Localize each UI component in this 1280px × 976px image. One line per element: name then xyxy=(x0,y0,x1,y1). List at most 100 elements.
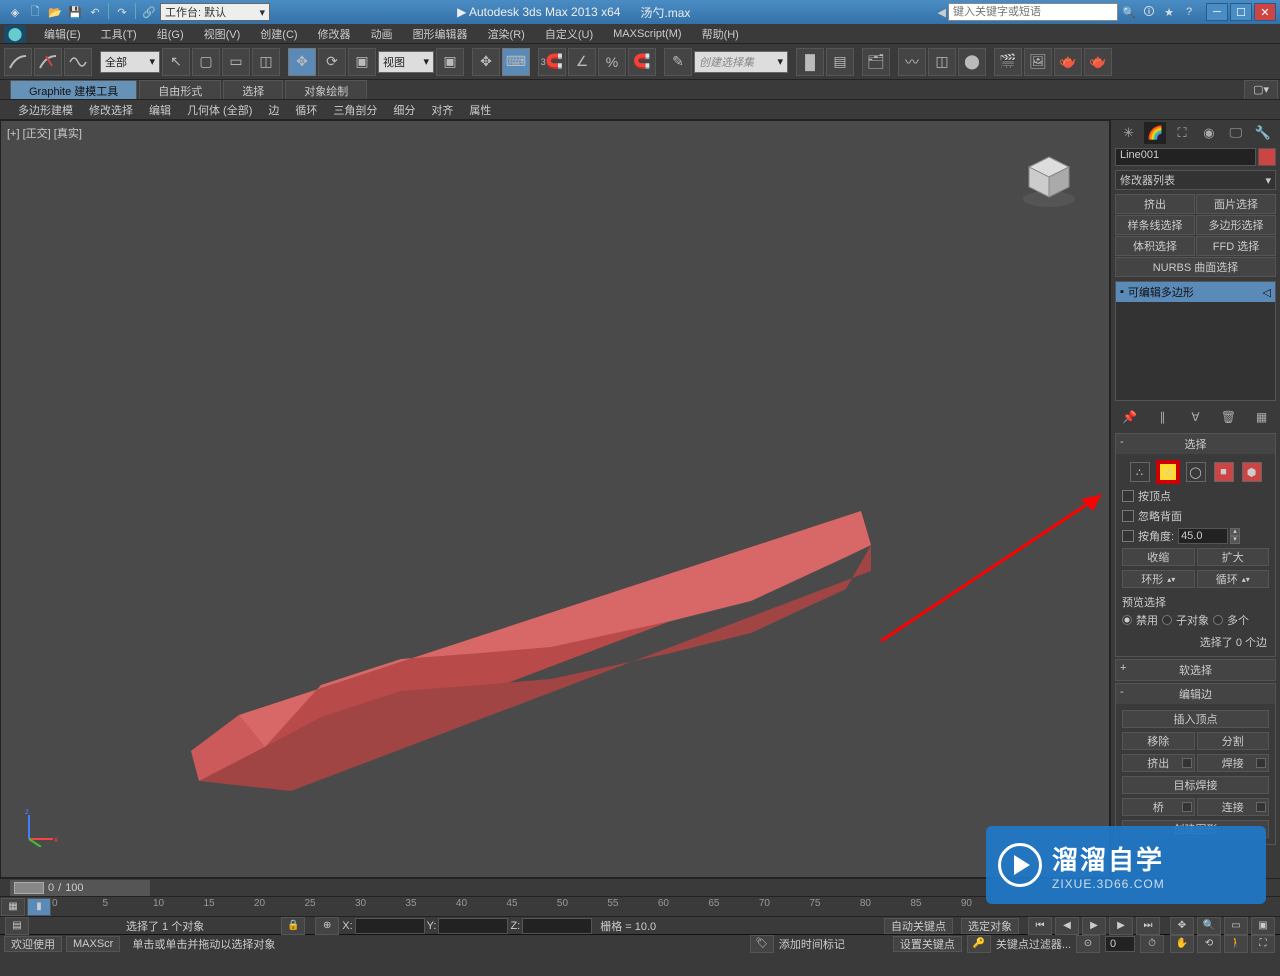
select-link-icon[interactable] xyxy=(4,48,32,76)
rollout-selection-header[interactable]: -选择 xyxy=(1116,434,1275,454)
render-frame-icon[interactable]: 🖼 xyxy=(1024,48,1052,76)
subobj-border-icon[interactable]: ◯ xyxy=(1186,462,1206,482)
app-logo-icon[interactable]: ⬤ xyxy=(4,25,26,43)
remove-button[interactable]: 移除 xyxy=(1122,732,1195,750)
weld-settings-icon[interactable] xyxy=(1256,758,1266,768)
quickmod-polysel[interactable]: 多边形选择 xyxy=(1196,215,1276,235)
quickmod-splinesel[interactable]: 样条线选择 xyxy=(1115,215,1195,235)
quickmod-ffdsel[interactable]: FFD 选择 xyxy=(1196,236,1276,256)
quickmod-extrude[interactable]: 挤出 xyxy=(1115,194,1195,214)
nav-max-icon[interactable]: ⛶ xyxy=(1251,935,1275,953)
rsub-loops[interactable]: 循环 xyxy=(287,100,325,120)
ribbon-tab-graphite[interactable]: Graphite 建模工具 xyxy=(10,80,137,99)
viewport-fov-icon[interactable]: ▭ xyxy=(1224,917,1248,935)
maxscript-mini-icon[interactable]: ▤ xyxy=(5,917,29,935)
x-coord-field[interactable] xyxy=(355,918,425,934)
quickmod-nurbssel[interactable]: NURBS 曲面选择 xyxy=(1115,257,1276,277)
stack-item-editpoly[interactable]: ▪ 可编辑多边形 ◁ xyxy=(1116,282,1275,302)
trackbar-key-icon[interactable]: ▮ xyxy=(27,898,51,916)
favorites-icon[interactable]: ★ xyxy=(1160,3,1178,21)
rsub-tri[interactable]: 三角剖分 xyxy=(325,100,385,120)
object-name-field[interactable]: Line001 xyxy=(1115,148,1256,166)
nav-walk-icon[interactable]: 🚶 xyxy=(1224,935,1248,953)
set-key-button[interactable]: 设置关键点 xyxy=(893,936,962,952)
window-crossing-icon[interactable]: ◫ xyxy=(252,48,280,76)
ref-coord-dropdown[interactable]: 视图▾ xyxy=(378,51,434,73)
extrude-settings-icon[interactable] xyxy=(1182,758,1192,768)
viewport-zoom-icon[interactable]: 🔍 xyxy=(1197,917,1221,935)
create-tab-icon[interactable]: ✳ xyxy=(1117,122,1139,144)
object-color-swatch[interactable] xyxy=(1258,148,1276,166)
viewport-pan-icon[interactable]: ✥ xyxy=(1170,917,1194,935)
pivot-center-icon[interactable]: ▣ xyxy=(436,48,464,76)
snap-toggle-icon[interactable]: 3🧲 xyxy=(538,48,566,76)
hierarchy-tab-icon[interactable]: ⛶ xyxy=(1171,122,1193,144)
add-time-tag-text[interactable]: 添加时间标记 xyxy=(779,936,845,952)
view-cube-icon[interactable] xyxy=(1019,151,1079,211)
nav-orbit-icon[interactable]: ⟲ xyxy=(1197,935,1221,953)
pin-stack-icon[interactable]: 📌 xyxy=(1120,407,1140,427)
material-editor-icon[interactable]: ⬤ xyxy=(958,48,986,76)
minimize-button[interactable]: ─ xyxy=(1206,3,1228,21)
show-end-result-icon[interactable]: ∥ xyxy=(1153,407,1173,427)
rsub-edges[interactable]: 边 xyxy=(260,100,287,120)
unlink-icon[interactable] xyxy=(34,48,62,76)
extrude-button[interactable]: 挤出 xyxy=(1122,754,1195,772)
utilities-tab-icon[interactable]: 🔧 xyxy=(1252,122,1274,144)
preview-off-radio[interactable] xyxy=(1122,615,1132,625)
modifier-stack[interactable]: ▪ 可编辑多边形 ◁ xyxy=(1115,281,1276,401)
select-move-icon[interactable]: ✥ xyxy=(288,48,316,76)
subobj-element-icon[interactable]: ⬢ xyxy=(1242,462,1262,482)
play-icon[interactable]: ▶ xyxy=(1082,917,1106,935)
menu-customize[interactable]: 自定义(U) xyxy=(535,24,603,44)
selection-filter-dropdown[interactable]: 全部▾ xyxy=(100,51,160,73)
lock-selection-icon[interactable]: 🔒 xyxy=(281,917,305,935)
split-button[interactable]: 分割 xyxy=(1197,732,1270,750)
selected-only-button[interactable]: 选定对象 xyxy=(961,918,1019,934)
align-icon[interactable]: ▤ xyxy=(826,48,854,76)
select-scale-icon[interactable]: ▣ xyxy=(348,48,376,76)
render-production-icon[interactable]: 🫖 xyxy=(1054,48,1082,76)
weld-button[interactable]: 焊接 xyxy=(1197,754,1270,772)
new-icon[interactable]: 🗋 xyxy=(26,3,44,21)
menu-rendering[interactable]: 渲染(R) xyxy=(478,24,535,44)
ribbon-tab-paint[interactable]: 对象绘制 xyxy=(285,80,367,99)
preview-subobj-radio[interactable] xyxy=(1162,615,1172,625)
select-region-rect-icon[interactable]: ▭ xyxy=(222,48,250,76)
y-coord-field[interactable] xyxy=(438,918,508,934)
comm-center-icon[interactable]: 🛈 xyxy=(1140,3,1158,21)
redo-icon[interactable]: ↷ xyxy=(113,3,131,21)
viewport-perspective[interactable]: [+] [正交] [真实] z x xyxy=(0,120,1110,878)
time-slider[interactable]: 0/100 xyxy=(10,880,150,896)
quickmod-volsel[interactable]: 体积选择 xyxy=(1115,236,1195,256)
save-icon[interactable]: 💾 xyxy=(66,3,84,21)
key-mode-icon[interactable]: ⊙ xyxy=(1076,935,1100,953)
menu-create[interactable]: 创建(C) xyxy=(250,24,307,44)
auto-key-button[interactable]: 自动关键点 xyxy=(884,918,953,934)
menu-animation[interactable]: 动画 xyxy=(361,24,403,44)
shrink-button[interactable]: 收缩 xyxy=(1122,548,1195,566)
menu-maxscript[interactable]: MAXScript(M) xyxy=(603,26,691,42)
subobj-polygon-icon[interactable]: ■ xyxy=(1214,462,1234,482)
ribbon-minimize-icon[interactable]: ▢▾ xyxy=(1244,80,1278,99)
keyboard-shortcut-icon[interactable]: ⌨ xyxy=(502,48,530,76)
coord-display-icon[interactable]: ⊕ xyxy=(315,917,339,935)
stack-visibility-icon[interactable]: ◁ xyxy=(1263,286,1271,299)
ignore-backfacing-checkbox[interactable] xyxy=(1122,510,1134,522)
angle-spinner[interactable] xyxy=(1178,528,1228,544)
prev-frame-icon[interactable]: ◀ xyxy=(1055,917,1079,935)
current-frame-field[interactable]: 0 xyxy=(1105,936,1135,952)
subobj-edge-icon[interactable]: ◁ xyxy=(1158,462,1178,482)
loop-button[interactable]: 循环▴▾ xyxy=(1197,570,1270,588)
configure-sets-icon[interactable]: ▦ xyxy=(1252,407,1272,427)
time-tag-icon[interactable]: 🏷 xyxy=(750,935,774,953)
rsub-geom[interactable]: 几何体 (全部) xyxy=(179,100,260,120)
angle-spin-down[interactable]: ▾ xyxy=(1230,536,1240,544)
menu-graph-editors[interactable]: 图形编辑器 xyxy=(403,24,478,44)
maxscript-listener-button[interactable]: MAXScr xyxy=(66,936,120,952)
nav-pan-icon[interactable]: ✋ xyxy=(1170,935,1194,953)
key-filter-icon[interactable]: 🔑 xyxy=(967,935,991,953)
link-icon[interactable]: 🔗 xyxy=(140,3,158,21)
select-manipulate-icon[interactable]: ✥ xyxy=(472,48,500,76)
modify-tab-icon[interactable]: 🌈 xyxy=(1144,122,1166,144)
